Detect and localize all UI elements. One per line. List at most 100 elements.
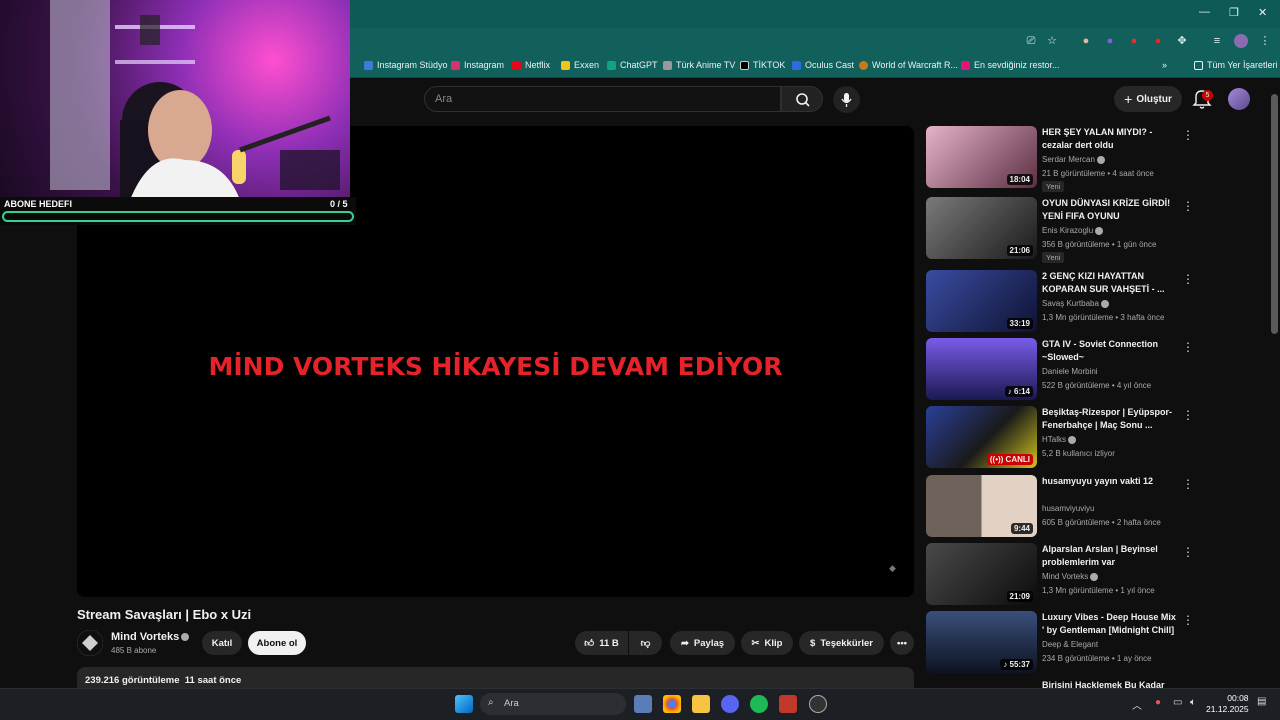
obs-icon[interactable] [809, 695, 827, 713]
video-title[interactable]: Alparslan Arslan | Beyinsel problemlerim… [1042, 543, 1178, 569]
profile-icon[interactable] [1234, 34, 1248, 48]
chrome-icon[interactable] [663, 695, 681, 713]
video-thumbnail[interactable]: 21:06 [926, 197, 1037, 259]
scrollbar[interactable] [1271, 94, 1278, 334]
puzzle-icon[interactable]: ✥ [1175, 34, 1189, 48]
bookmark-item[interactable]: Türk Anime TV [663, 60, 735, 70]
discord-icon[interactable] [721, 695, 739, 713]
file-explorer-icon[interactable] [692, 695, 710, 713]
more-options-icon[interactable]: ⋮ [1182, 613, 1194, 627]
spotify-icon[interactable] [750, 695, 768, 713]
more-options-icon[interactable]: ⋮ [1182, 199, 1194, 213]
cast-icon[interactable]: ⎚ [1024, 34, 1038, 48]
chevron-up-icon[interactable]: ︿ [1132, 697, 1142, 712]
mic-icon[interactable]: ● [1155, 697, 1161, 708]
join-button[interactable]: Katıl [202, 631, 242, 655]
taskbar-search-input[interactable]: Ara [480, 693, 626, 715]
extension-icon[interactable]: ● [1103, 34, 1117, 48]
voice-search-button[interactable] [833, 86, 860, 113]
more-options-icon[interactable]: ⋮ [1182, 272, 1194, 286]
like-button[interactable]: 👍︎ 11 B [575, 631, 628, 655]
subscribe-button[interactable]: Abone ol [248, 631, 306, 655]
channel-name[interactable]: HTalks [1042, 435, 1077, 444]
video-thumbnail[interactable]: ♪ 55:37 [926, 611, 1037, 673]
bookmark-item[interactable]: Instagram Stüdyo [364, 60, 448, 70]
share-button[interactable]: ➦ Paylaş [670, 631, 735, 655]
extension-icon[interactable]: ● [1151, 34, 1165, 48]
video-title[interactable]: OYUN DÜNYASI KRİZE GİRDİ! YENİ FIFA OYUN… [1042, 197, 1178, 224]
widgets-icon[interactable] [634, 695, 652, 713]
reading-list-icon[interactable]: ≡ [1210, 34, 1224, 48]
bookmark-item[interactable]: TİKTOK [740, 60, 785, 70]
extension-icon[interactable]: ● [1127, 34, 1141, 48]
extension-icon[interactable]: ● [1079, 34, 1093, 48]
account-avatar[interactable] [1228, 88, 1250, 110]
channel-name[interactable]: Savaş Kurtbaba [1042, 299, 1109, 308]
clip-button[interactable]: ✂ Klip [741, 631, 793, 655]
branding-watermark-icon[interactable]: ◆ [889, 563, 899, 573]
video-thumbnail[interactable]: 33:19 [926, 270, 1037, 332]
video-title[interactable]: HER ŞEY YALAN MIYDI? - cezalar dert oldu [1042, 126, 1178, 152]
channel-name[interactable]: Deep & Elegant [1042, 640, 1098, 649]
menu-icon[interactable]: ⋮ [1258, 34, 1272, 48]
recommended-video[interactable]: 9:44 husamyuyu yayın vakti 12 husamviyuv… [926, 475, 1266, 539]
all-bookmarks-button[interactable]: Tüm Yer İşaretleri [1194, 60, 1278, 70]
more-options-icon[interactable]: ⋮ [1182, 408, 1194, 422]
channel-name[interactable]: Serdar Mercan [1042, 155, 1105, 164]
bookmark-item[interactable]: En sevdiğiniz restor... [961, 60, 1060, 70]
recommended-video[interactable]: 18:04 HER ŞEY YALAN MIYDI? - cezalar der… [926, 126, 1266, 192]
bookmark-item[interactable]: ChatGPT [607, 60, 658, 70]
bookmark-item[interactable]: Instagram [451, 60, 504, 70]
video-title[interactable]: GTA IV - Soviet Connection ~Slowed~ [1042, 338, 1178, 364]
recommended-video[interactable]: ((•)) CANLI Beşiktaş-Rizespor | Eyüpspor… [926, 406, 1266, 470]
star-icon[interactable]: ☆ [1045, 34, 1059, 48]
video-thumbnail[interactable]: ♪ 6:14 [926, 338, 1037, 400]
create-button[interactable]: + Oluştur [1114, 86, 1182, 112]
recommended-video[interactable]: 33:19 2 GENÇ KIZI HAYATTAN KOPARAN SUR V… [926, 270, 1266, 334]
thanks-button[interactable]: $ Teşekkürler [799, 631, 884, 655]
more-actions-button[interactable]: ••• [890, 631, 914, 655]
channel-name[interactable]: Daniele Morbini [1042, 367, 1098, 376]
bookmark-item[interactable]: Exxen [561, 60, 599, 70]
more-options-icon[interactable]: ⋮ [1182, 128, 1194, 142]
bookmark-item[interactable]: Oculus Cast [792, 60, 854, 70]
bookmarks-overflow-button[interactable]: » [1162, 60, 1167, 70]
search-button[interactable] [781, 86, 823, 112]
video-title[interactable]: Beşiktaş-Rizespor | Eyüpspor-Fenerbahçe … [1042, 406, 1178, 432]
video-thumbnail[interactable]: ((•)) CANLI [926, 406, 1037, 468]
minimize-icon[interactable]: — [1199, 6, 1210, 18]
channel-name[interactable]: husamviyuviyu [1042, 504, 1094, 513]
channel-avatar[interactable] [77, 630, 103, 656]
notification-center-icon[interactable]: ▤ [1257, 696, 1266, 707]
close-icon[interactable]: ✕ [1258, 6, 1267, 19]
recommended-video[interactable]: 21:09 Alparslan Arslan | Beyinsel proble… [926, 543, 1266, 607]
network-icon[interactable]: ▭ [1173, 697, 1182, 708]
search-input[interactable]: Ara [424, 86, 781, 112]
video-title[interactable]: 2 GENÇ KIZI HAYATTAN KOPARAN SUR VAHŞETİ… [1042, 270, 1178, 296]
more-options-icon[interactable]: ⋮ [1182, 340, 1194, 354]
bookmark-item[interactable]: World of Warcraft R... [859, 60, 958, 70]
channel-name[interactable]: Mind Vorteks [111, 631, 190, 643]
taskbar-clock[interactable]: 00:08 21.12.2025 [1206, 693, 1249, 715]
bookmark-item[interactable]: Netflix [512, 60, 550, 70]
channel-name[interactable]: Enis Kirazoglu [1042, 226, 1104, 235]
video-thumbnail[interactable]: 18:04 [926, 126, 1037, 188]
more-options-icon[interactable]: ⋮ [1182, 477, 1194, 491]
stream-app-icon[interactable] [779, 695, 797, 713]
video-title[interactable]: husamyuyu yayın vakti 12 [1042, 475, 1178, 488]
recommended-video[interactable]: 21:06 OYUN DÜNYASI KRİZE GİRDİ! YENİ FIF… [926, 197, 1266, 263]
channel-name[interactable]: Mind Vorteks [1042, 572, 1099, 581]
video-meta: 605 B görüntüleme • 2 hafta önce [1042, 518, 1161, 527]
more-options-icon[interactable]: ⋮ [1182, 545, 1194, 559]
maximize-icon[interactable]: ❐ [1229, 6, 1239, 19]
chatgpt-icon [607, 60, 616, 70]
volume-icon[interactable]: 🔈︎ [1190, 697, 1196, 708]
dislike-button[interactable]: 👎︎ [629, 631, 662, 655]
recommended-video[interactable]: ♪ 55:37 Luxury Vibes - Deep House Mix ' … [926, 611, 1266, 675]
video-title[interactable]: Luxury Vibes - Deep House Mix ' by Gentl… [1042, 611, 1178, 638]
video-thumbnail[interactable]: 9:44 [926, 475, 1037, 537]
recommended-video[interactable]: ♪ 6:14 GTA IV - Soviet Connection ~Slowe… [926, 338, 1266, 402]
windows-start-icon[interactable] [455, 695, 473, 713]
video-thumbnail[interactable]: 21:09 [926, 543, 1037, 605]
video-meta: 21 B görüntüleme • 4 saat önce [1042, 169, 1154, 178]
